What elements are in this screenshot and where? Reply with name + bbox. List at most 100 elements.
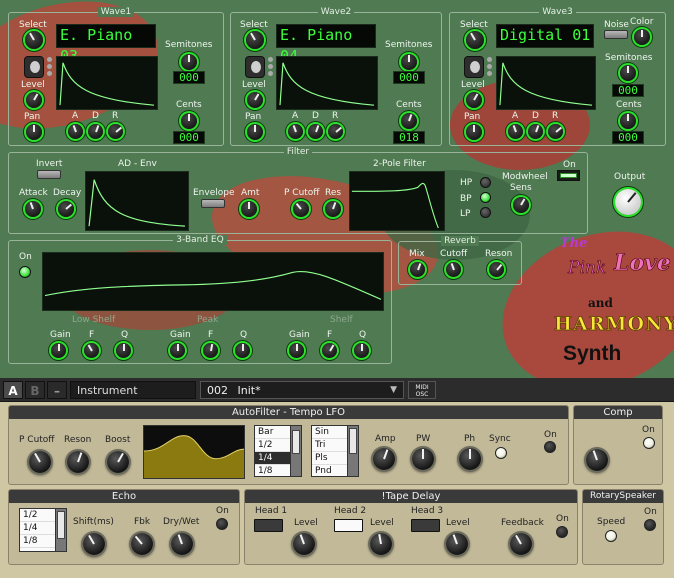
reverb-cutoff-knob[interactable] [446,262,461,277]
autofilter-ph-knob[interactable] [459,448,481,470]
rotary-on-button[interactable] [644,519,656,531]
echo-shift-knob[interactable] [83,533,105,555]
filter-on-toggle[interactable] [557,170,580,181]
tape-level2-knob[interactable] [370,533,392,555]
wave3-cents-value: 000 [612,131,644,144]
eq-peak-q-knob[interactable] [235,343,250,358]
wave1-attack-knob[interactable] [68,124,83,139]
filter-p-cutoff-knob[interactable] [293,201,309,217]
wave1-decay-knob[interactable] [88,124,103,139]
echo-on-button[interactable] [216,518,228,530]
filter-attack-knob[interactable] [25,201,41,217]
tape-on-button[interactable] [556,526,568,538]
echo-drywet-knob[interactable] [171,533,193,555]
wave1-select-knob[interactable] [25,31,43,49]
wave1-release-knob[interactable] [108,124,123,139]
filter-amt-knob[interactable] [241,201,257,217]
echo-time-list[interactable]: 1/2 1/4 1/8 [19,508,67,552]
wave2-semitones-knob[interactable] [401,54,417,70]
filter-hp-button[interactable] [480,177,491,188]
wave3-color-knob[interactable] [634,29,650,45]
eq-low-q-knob[interactable] [116,343,131,358]
tape-level1-knob[interactable] [293,533,315,555]
wave1-level-knob[interactable] [26,92,42,108]
lfo-rate-scrollbar[interactable] [290,426,301,476]
wave3-semitones-knob[interactable] [620,65,636,81]
wave3-color-label: Color [630,17,654,27]
echo-fbk-label: Fbk [134,517,151,527]
preset-selector[interactable]: 002 Init* ▼ [200,381,404,399]
wave1-octave-selector[interactable] [24,56,44,78]
eq-low-gain-knob[interactable] [51,343,66,358]
eq-low-f-knob[interactable] [84,343,99,358]
wave1-level-label: Level [21,80,45,90]
wave2-decay-knob[interactable] [308,124,323,139]
wave1-cents-knob[interactable] [181,113,197,129]
reverb-reson-knob[interactable] [489,262,504,277]
wave3-release-knob[interactable] [548,124,563,139]
tape-head3-button[interactable] [411,519,440,532]
tape-head1-button[interactable] [254,519,283,532]
wave1-semitones-knob[interactable] [181,54,197,70]
wave2-pan-knob[interactable] [247,124,263,140]
filter-decay-knob[interactable] [58,201,74,217]
lfo-shape-list[interactable]: Sin Tri Pls Pnd [311,425,359,477]
wave3-attack-knob[interactable] [508,124,523,139]
tab-b[interactable]: B [25,381,45,399]
eq-peak-gain-knob[interactable] [170,343,185,358]
wave2-octave-selector[interactable] [245,56,265,78]
autofilter-on-button[interactable] [544,441,556,453]
tape-level3-knob[interactable] [446,533,468,555]
lfo-rate-list[interactable]: Bar 1/2 1/4 1/8 [254,425,302,477]
wave3-octave-selector[interactable] [464,56,484,78]
wave1-title: Wave1 [97,7,135,17]
autofilter-amp-label: Amp [375,434,396,444]
echo-time-scrollbar[interactable] [55,509,66,551]
logo-synth: Synth [563,342,622,365]
tape-head2-button[interactable] [334,519,363,532]
rotary-speed-label: Speed [597,517,626,527]
wave3-select-knob[interactable] [466,31,484,49]
autofilter-pw-knob[interactable] [412,448,434,470]
wave3-decay-knob[interactable] [528,124,543,139]
echo-fbk-knob[interactable] [131,533,153,555]
comp-on-button[interactable] [643,437,655,449]
autofilter-sync-button[interactable] [495,447,507,459]
eq-peak-f-knob[interactable] [203,343,218,358]
tape-feedback-knob[interactable] [510,533,532,555]
filter-invert-button[interactable] [37,170,61,179]
eq-high-f-knob[interactable] [322,343,337,358]
eq-on-button[interactable] [19,266,31,278]
wave2-release-knob[interactable] [328,124,343,139]
logo-the: The [560,236,588,251]
wave1-pan-knob[interactable] [26,124,42,140]
wave2-select-knob[interactable] [246,31,264,49]
autofilter-reson-knob[interactable] [67,451,89,473]
filter-envelope-button[interactable] [201,199,225,208]
wave3-pan-knob[interactable] [466,124,482,140]
wave2-level-knob[interactable] [247,92,263,108]
wave2-cents-knob[interactable] [401,113,417,129]
filter-bp-button[interactable] [480,192,491,203]
tab-a[interactable]: A [3,381,23,399]
lfo-shape-scrollbar[interactable] [347,426,358,476]
rotary-speed-button[interactable] [605,530,617,542]
filter-lp-button[interactable] [480,207,491,218]
tab-minus[interactable]: – [47,381,67,399]
eq-high-q-knob[interactable] [354,343,369,358]
wave3-level-knob[interactable] [466,92,482,108]
output-knob[interactable] [615,189,641,215]
midi-osc-button[interactable]: MIDI OSC [408,381,436,399]
autofilter-amp-knob[interactable] [373,448,395,470]
wave2-attack-knob[interactable] [288,124,303,139]
autofilter-p-cutoff-knob[interactable] [29,451,51,473]
comp-knob[interactable] [586,449,608,471]
autofilter-boost-knob[interactable] [107,451,129,473]
reverb-mix-knob[interactable] [410,262,425,277]
wave3-noise-button[interactable] [604,30,628,39]
eq-high-gain-knob[interactable] [289,343,304,358]
eq-low-shelf-label: Low Shelf [72,315,116,325]
filter-res-knob[interactable] [325,201,341,217]
modwheel-sens-knob[interactable] [513,197,529,213]
wave3-cents-knob[interactable] [620,113,636,129]
